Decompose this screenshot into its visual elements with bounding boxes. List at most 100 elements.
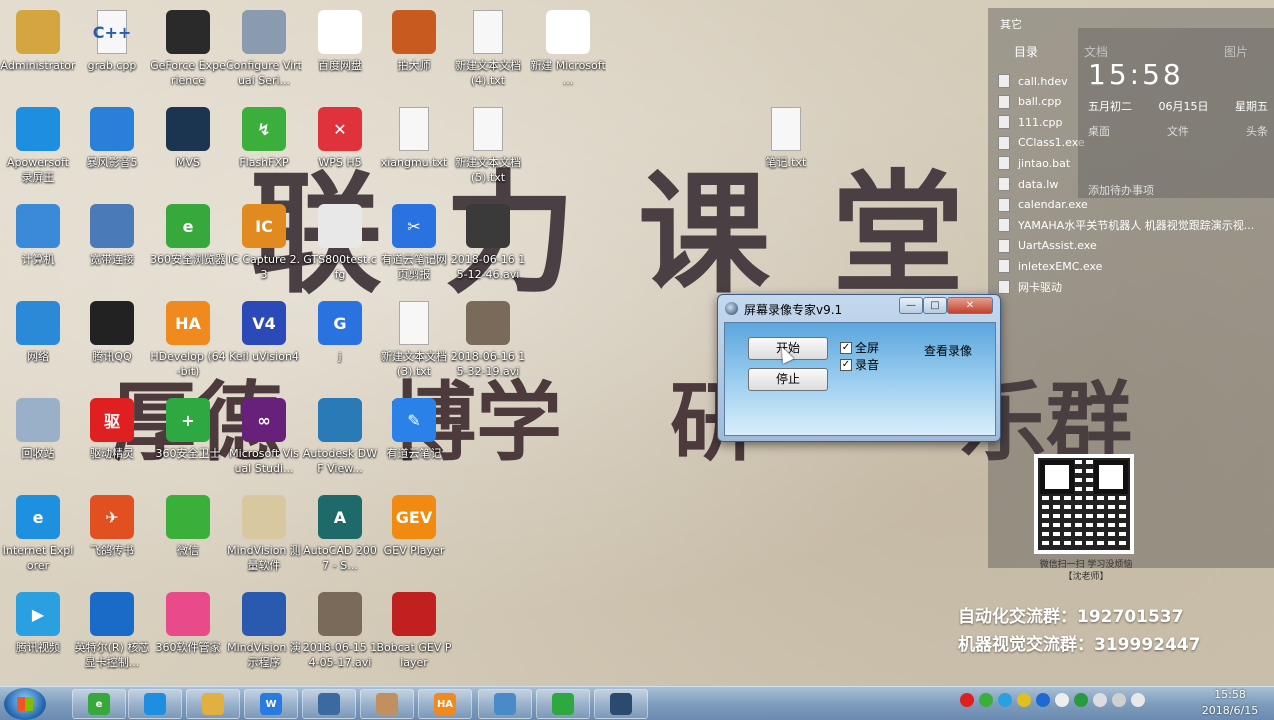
- desktop-icon[interactable]: Autodesk DWF View...: [302, 392, 378, 484]
- desktop-icon[interactable]: Administrator: [0, 4, 76, 96]
- tray-volume-icon[interactable]: [1131, 693, 1145, 707]
- add-todo-link[interactable]: 添加待办事项: [1088, 182, 1154, 198]
- record-audio-checkbox[interactable]: ✓ 录音: [840, 356, 879, 373]
- taskbar-button[interactable]: [186, 689, 240, 719]
- desktop-icon[interactable]: +360安全卫士: [150, 392, 226, 484]
- desktop-icon[interactable]: e Internet Explorer: [0, 489, 76, 581]
- desktop-icon[interactable]: 新建文本文档 (3).txt: [376, 295, 452, 387]
- record-audio-checkbox-box[interactable]: ✓: [840, 358, 852, 371]
- organizer-file-item[interactable]: ball.cpp: [998, 92, 1061, 112]
- desktop-icon[interactable]: GEV GEV Player: [376, 489, 452, 581]
- close-button[interactable]: ✕: [947, 297, 993, 314]
- desktop-icon[interactable]: C++ grab.cpp: [74, 4, 150, 96]
- desktop-icon[interactable]: Bobcat GEV Player: [376, 586, 452, 678]
- organizer-file-item[interactable]: YAMAHA水平关节机器人 机器视觉跟踪演示视...: [998, 215, 1254, 235]
- desktop-icon[interactable]: A AutoCAD 2007 - S...: [302, 489, 378, 581]
- desktop-icon[interactable]: e 360安全浏览器: [150, 198, 226, 290]
- tray-360-icon[interactable]: [979, 693, 993, 707]
- organizer-file-item[interactable]: 111.cpp: [998, 112, 1063, 132]
- clock-action-headlines[interactable]: 头条: [1246, 123, 1268, 139]
- desktop-icon[interactable]: Gj: [302, 295, 378, 387]
- desktop-icon[interactable]: V4 Keil uVision4: [226, 295, 302, 387]
- desktop-icon-label: 新建 Microsoft ...: [530, 59, 606, 87]
- desktop-icon[interactable]: ✎ 有道云笔记: [376, 392, 452, 484]
- organizer-file-item[interactable]: UartAssist.exe: [998, 236, 1097, 256]
- desktop-icon[interactable]: ✕ WPS H5: [302, 101, 378, 193]
- tray-battery-icon[interactable]: [1093, 693, 1107, 707]
- desktop-icon[interactable]: GeForce Experience: [150, 4, 226, 96]
- taskbar-button[interactable]: [536, 689, 590, 719]
- desktop-icon[interactable]: Apowersoft 录屏王: [0, 101, 76, 193]
- desktop-icon[interactable]: 百度网盘: [302, 4, 378, 96]
- tray-network-icon[interactable]: [1055, 693, 1069, 707]
- taskbar-button[interactable]: [302, 689, 356, 719]
- stop-record-button[interactable]: 停止: [748, 368, 828, 391]
- desktop-icon[interactable]: 暴风影音5: [74, 101, 150, 193]
- minimize-button[interactable]: —: [899, 297, 923, 314]
- organizer-file-item[interactable]: inletexEMC.exe: [998, 256, 1102, 276]
- desktop-icon[interactable]: ∞ Microsoft Visual Studi...: [226, 392, 302, 484]
- tray-app-icon[interactable]: [1017, 693, 1031, 707]
- clock-action-files[interactable]: 文件: [1167, 123, 1189, 139]
- tray-recorder-icon[interactable]: [960, 693, 974, 707]
- desktop-icon[interactable]: 微信: [150, 489, 226, 581]
- organizer-file-item[interactable]: CClass1.exe: [998, 133, 1085, 153]
- desktop-icon[interactable]: MindVision 演示程序: [226, 586, 302, 678]
- taskbar-clock[interactable]: 15:58 2018/6/15: [1192, 687, 1268, 719]
- desktop-icon[interactable]: 计算机: [0, 198, 76, 290]
- desktop-icon[interactable]: MVS: [150, 101, 226, 193]
- tray-nvidia-icon[interactable]: [1074, 693, 1088, 707]
- organizer-file-item[interactable]: calendar.exe: [998, 195, 1088, 215]
- tray-signal-icon[interactable]: [1112, 693, 1126, 707]
- desktop-icon[interactable]: 2018-06-15 14-05-17.avi: [302, 586, 378, 678]
- desktop-icon[interactable]: MindVision 测量软件: [226, 489, 302, 581]
- desktop-icon[interactable]: 宽带连接: [74, 198, 150, 290]
- desktop-icon[interactable]: 驱驱动精灵: [74, 392, 150, 484]
- taskbar-button[interactable]: W: [244, 689, 298, 719]
- desktop-icon[interactable]: 2018-06-16 15-12-46.avi: [450, 198, 526, 290]
- taskbar-button[interactable]: HA: [418, 689, 472, 719]
- desktop-icon[interactable]: ▶ 腾讯视频: [0, 586, 76, 678]
- organizer-file-item[interactable]: data.lw: [998, 174, 1058, 194]
- fullscreen-checkbox-box[interactable]: ✓: [840, 341, 852, 354]
- desktop-icon[interactable]: Configure Virtual Seri...: [226, 4, 302, 96]
- organizer-file-item[interactable]: 网卡驱动: [998, 277, 1062, 297]
- desktop-icon[interactable]: 360软件管家: [150, 586, 226, 678]
- desktop-icon[interactable]: X 新建 Microsoft ...: [530, 4, 606, 96]
- desktop-icon[interactable]: GTS800test.cfg: [302, 198, 378, 290]
- taskbar-button[interactable]: [360, 689, 414, 719]
- tab-directory[interactable]: 目录: [1014, 43, 1038, 60]
- desktop-icon[interactable]: ✂ 有道云笔记网页剪报: [376, 198, 452, 290]
- desktop-icon[interactable]: 拍大师: [376, 4, 452, 96]
- taskbar-button[interactable]: [478, 689, 532, 719]
- desktop-icon[interactable]: ↯ FlashFXP: [226, 101, 302, 193]
- desktop-icon[interactable]: 新建文本文档 (4).txt: [450, 4, 526, 96]
- desktop-icon[interactable]: IC IC Capture 2.3: [226, 198, 302, 290]
- view-recordings-link[interactable]: 查看录像: [924, 342, 972, 359]
- clock-action-desktop[interactable]: 桌面: [1088, 123, 1110, 139]
- desktop-icon[interactable]: 腾讯QQ: [74, 295, 150, 387]
- 360-browser-icon: e: [166, 204, 210, 248]
- maximize-button[interactable]: □: [923, 297, 947, 314]
- desktop-icon[interactable]: 网络: [0, 295, 76, 387]
- desktop-icon[interactable]: HA HDevelop (64-bit): [150, 295, 226, 387]
- desktop-icon-label: 有道云笔记网页剪报: [381, 253, 447, 281]
- taskbar-button[interactable]: [594, 689, 648, 719]
- desktop-icon[interactable]: 2018-06-16 15-32-19.avi: [450, 295, 526, 387]
- organizer-file-item[interactable]: jintao.bat: [998, 153, 1070, 173]
- start-button[interactable]: [4, 688, 46, 720]
- desktop-icon[interactable]: 笔记.txt: [748, 101, 824, 193]
- fullscreen-checkbox[interactable]: ✓ 全屏: [840, 339, 879, 356]
- tray-bluetooth-icon[interactable]: [1036, 693, 1050, 707]
- dialog-titlebar[interactable]: 屏幕录像专家v9.1 — □ ✕: [718, 295, 1000, 321]
- taskbar-button[interactable]: [128, 689, 182, 719]
- desktop-icon[interactable]: ✈ 飞鸽传书: [74, 489, 150, 581]
- desktop-icon[interactable]: 新建文本文档 (5).txt: [450, 101, 526, 193]
- desktop-icon[interactable]: 英特尔(R) 核芯显卡控制...: [74, 586, 150, 678]
- taskbar-button[interactable]: e: [72, 689, 126, 719]
- tray-video-icon[interactable]: [998, 693, 1012, 707]
- file-name: calendar.exe: [1018, 198, 1088, 212]
- desktop-icon[interactable]: xiangmu.txt: [376, 101, 452, 193]
- desktop-icon[interactable]: 回收站: [0, 392, 76, 484]
- organizer-file-item[interactable]: call.hdev: [998, 71, 1068, 91]
